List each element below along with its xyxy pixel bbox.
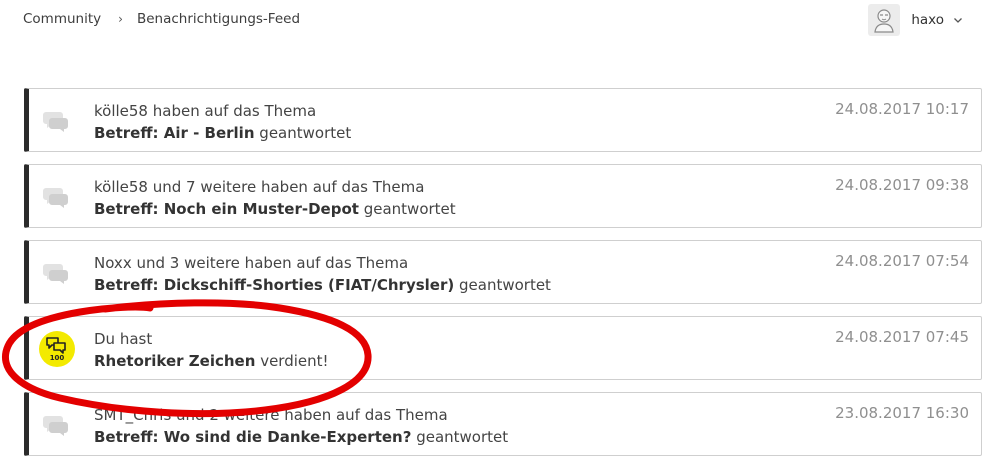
notification-item[interactable]: SMT_Chris und 2 weitere haben auf das Th… xyxy=(24,392,982,456)
notification-text: Du hast xyxy=(94,330,153,348)
notification-text: SMT_Chris und 2 weitere haben auf das Th… xyxy=(94,406,448,424)
rank-badge-icon: 100 xyxy=(39,331,75,367)
notification-suffix: geantwortet xyxy=(363,200,456,218)
notification-badge-name[interactable]: Rhetoriker Zeichen xyxy=(94,352,255,370)
notification-subject-line: Betreff: Dickschiff-Shorties (FIAT/Chrys… xyxy=(94,276,551,294)
user-menu[interactable]: haxo xyxy=(868,3,963,37)
notification-suffix: geantwortet xyxy=(459,276,551,294)
notification-suffix: verdient! xyxy=(260,352,329,370)
speech-bubbles-icon xyxy=(46,337,66,354)
notification-feed: kölle58 haben auf das Thema Betreff: Air… xyxy=(24,88,982,468)
avatar[interactable] xyxy=(868,4,901,36)
notification-item-badge[interactable]: 100 Du hast Rhetoriker Zeichen verdient!… xyxy=(24,316,982,380)
speech-bubbles-icon xyxy=(43,112,68,132)
breadcrumb: Community › Benachrichtigungs-Feed xyxy=(23,11,300,27)
breadcrumb-community-link[interactable]: Community xyxy=(23,11,101,27)
notification-date: 24.08.2017 10:17 xyxy=(835,100,969,118)
badge-number: 100 xyxy=(49,354,65,362)
notification-text: kölle58 und 7 weitere haben auf das Them… xyxy=(94,178,425,196)
notification-item[interactable]: Noxx und 3 weitere haben auf das Thema B… xyxy=(24,240,982,304)
speech-bubbles-icon xyxy=(43,416,68,436)
speech-bubbles-icon xyxy=(43,188,68,208)
notification-subject-line: Rhetoriker Zeichen verdient! xyxy=(94,352,329,370)
username[interactable]: haxo xyxy=(911,12,944,28)
notification-subject-link[interactable]: Betreff: Dickschiff-Shorties (FIAT/Chrys… xyxy=(94,276,454,294)
notification-subject-link[interactable]: Betreff: Air - Berlin xyxy=(94,124,255,142)
notification-date: 24.08.2017 09:38 xyxy=(835,176,969,194)
notification-suffix: geantwortet xyxy=(259,124,352,142)
notification-text: Noxx und 3 weitere haben auf das Thema xyxy=(94,254,409,272)
notification-subject-line: Betreff: Noch ein Muster-Depot geantwort… xyxy=(94,200,456,218)
notification-subject-link[interactable]: Betreff: Wo sind die Danke-Experten? xyxy=(94,428,411,446)
notification-date: 24.08.2017 07:45 xyxy=(835,328,969,346)
notification-text: kölle58 haben auf das Thema xyxy=(94,102,317,120)
notification-item[interactable]: kölle58 und 7 weitere haben auf das Them… xyxy=(24,164,982,228)
breadcrumb-current: Benachrichtigungs-Feed xyxy=(136,11,301,27)
speech-bubbles-icon xyxy=(43,264,68,284)
notification-date: 23.08.2017 16:30 xyxy=(835,404,969,422)
notification-subject-link[interactable]: Betreff: Noch ein Muster-Depot xyxy=(94,200,359,218)
user-avatar-icon xyxy=(874,9,895,33)
notification-date: 24.08.2017 07:54 xyxy=(835,252,969,270)
notification-subject-line: Betreff: Wo sind die Danke-Experten? gea… xyxy=(94,428,508,446)
notification-suffix: geantwortet xyxy=(416,428,509,446)
notification-subject-line: Betreff: Air - Berlin geantwortet xyxy=(94,124,351,142)
top-bar: Community › Benachrichtigungs-Feed haxo xyxy=(0,0,993,42)
breadcrumb-separator-icon: › xyxy=(118,12,123,26)
chevron-down-icon[interactable] xyxy=(953,15,963,25)
notification-item[interactable]: kölle58 haben auf das Thema Betreff: Air… xyxy=(24,88,982,152)
